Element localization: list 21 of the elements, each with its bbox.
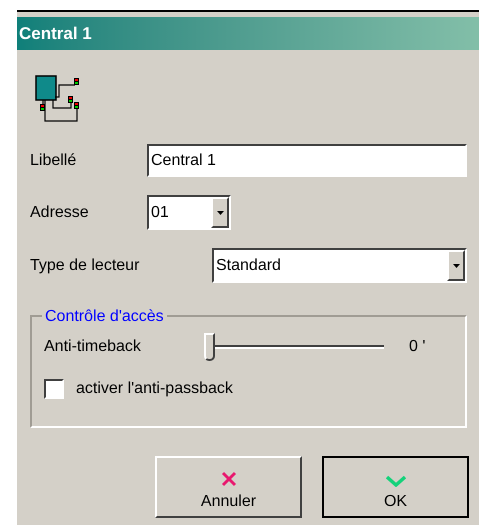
caret-icon: [216, 210, 224, 214]
checkbox-label: activer l'anti-passback: [76, 379, 233, 399]
close-icon: [220, 471, 236, 487]
dropdown-button[interactable]: [447, 250, 465, 281]
dropdown-button[interactable]: [211, 197, 229, 228]
caret-icon: [452, 264, 460, 268]
window-title: Central 1: [19, 22, 92, 45]
checkmark-icon: [386, 475, 406, 487]
checkbox[interactable]: [44, 379, 64, 399]
slider-thumb[interactable]: [204, 333, 215, 361]
ok-button[interactable]: OK: [322, 456, 469, 518]
field-label: Adresse: [30, 202, 90, 222]
field-label: Libellé: [30, 150, 78, 170]
dropdown-field[interactable]: Standard: [212, 248, 467, 283]
field-label: Type de lecteur: [30, 256, 140, 276]
slider-value: 0 ': [409, 337, 426, 357]
slider-label: Anti-timeback: [44, 337, 142, 357]
input-field[interactable]: Central 1: [147, 144, 467, 177]
slider[interactable]: [204, 332, 384, 362]
cancel-button[interactable]: Annuler: [155, 456, 302, 518]
dropdown-field[interactable]: 01: [147, 195, 231, 230]
